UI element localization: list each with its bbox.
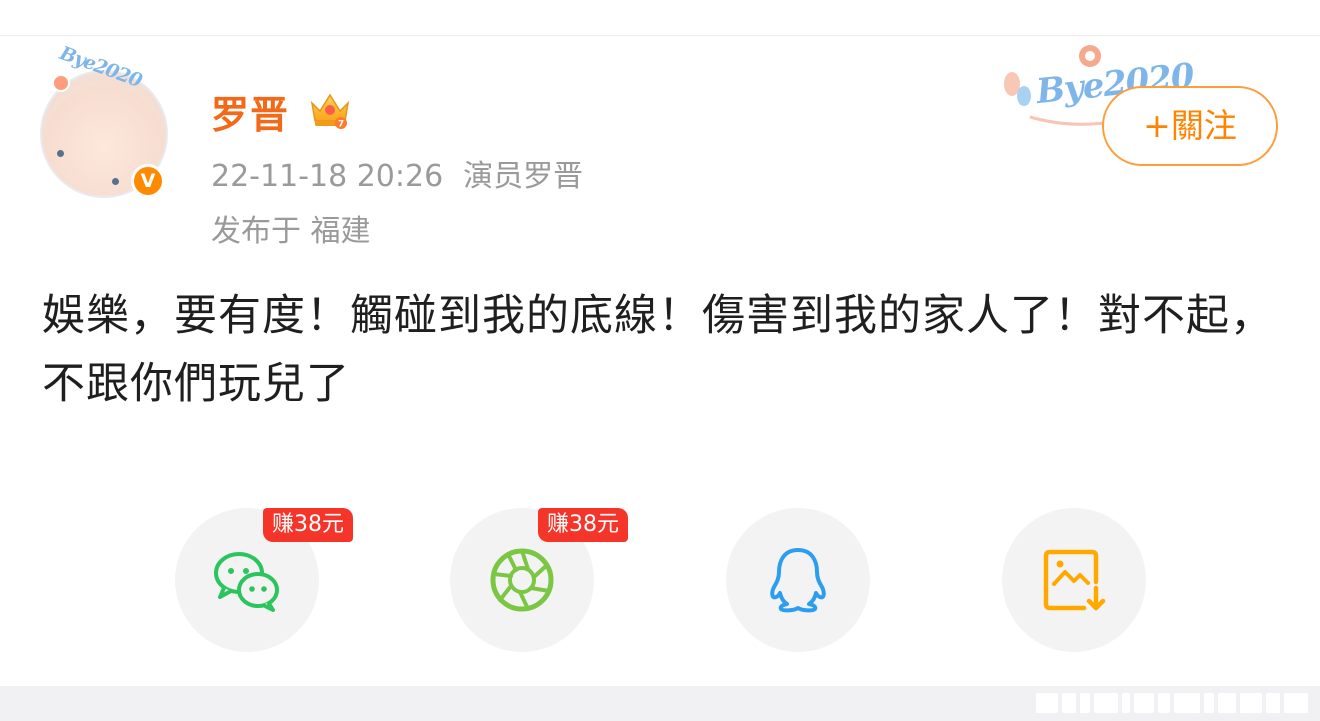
avatar[interactable]: Bye2020 V [40,42,170,198]
post-text: 娛樂，要有度！觸碰到我的底線！傷害到我的家人了！對不起，不跟你們玩兒了 [42,291,1274,409]
reward-badge: 赚38元 [263,508,353,542]
post-time: 22-11-18 20:26 [211,159,444,194]
qq-icon [770,548,826,613]
wechat-icon [214,552,279,612]
reward-badge: 赚38元 [538,508,628,542]
camera-sticker-icon [52,74,70,92]
verified-badge-icon: V [131,164,165,198]
post-meta: 22-11-18 20:26 演员罗晋 [211,151,583,195]
post-source[interactable]: 演员罗晋 [463,159,583,194]
moments-icon [490,548,554,612]
share-qq-button[interactable] [726,508,870,652]
save-image-button[interactable] [1002,508,1146,652]
save-image-icon [1043,549,1106,611]
follow-button[interactable]: +關注 [1102,86,1278,166]
bottom-bar [0,686,1320,721]
post-location: 发布于 福建 [211,214,371,249]
username[interactable]: 罗晋 [211,84,289,139]
watermark [1036,693,1308,713]
top-strip [0,0,1320,36]
crown-icon: 7 [310,93,350,130]
svg-text:7: 7 [338,120,344,130]
